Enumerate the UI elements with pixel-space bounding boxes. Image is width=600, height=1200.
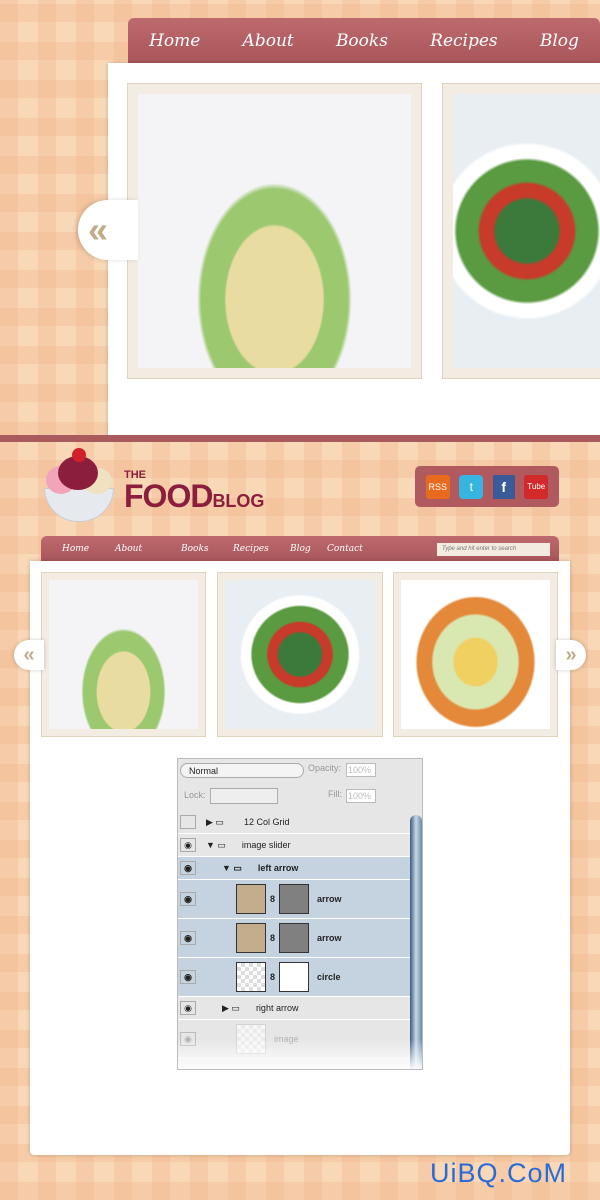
- top-nav-books[interactable]: Books: [336, 31, 388, 51]
- chevron-left-icon: «: [88, 209, 109, 250]
- chevron-left-icon: «: [23, 643, 35, 666]
- salad-photo: [453, 94, 600, 368]
- layer-name: 12 Col Grid: [243, 817, 290, 827]
- chevron-right-icon: »: [565, 643, 577, 666]
- top-nav: Home About Books Recipes Blog: [128, 18, 600, 63]
- opacity-label: Opacity:: [308, 763, 342, 773]
- scrollbar[interactable]: [410, 815, 422, 1069]
- eye-icon[interactable]: ◉: [180, 970, 196, 984]
- nav-about[interactable]: About: [115, 544, 181, 554]
- facebook-icon[interactable]: f: [492, 474, 515, 499]
- search-input[interactable]: Type and hit enter to search: [437, 542, 550, 556]
- top-nav-recipes[interactable]: Recipes: [430, 31, 498, 51]
- slide-thumb-3[interactable]: [393, 572, 558, 737]
- greek-salad-photo: [225, 580, 375, 729]
- twitter-icon[interactable]: t: [459, 474, 484, 499]
- top-nav-about[interactable]: About: [243, 31, 294, 51]
- layer-name: arrow: [317, 933, 342, 943]
- layer-name: arrow: [317, 894, 342, 904]
- lock-buttons[interactable]: [210, 788, 278, 804]
- youtube-icon[interactable]: Tube: [524, 474, 549, 499]
- layer-circle[interactable]: ◉ 8 circle: [178, 958, 410, 997]
- logo-blog: BLOG: [212, 491, 265, 511]
- eye-icon[interactable]: ◉: [180, 861, 196, 875]
- salad-photo: [49, 580, 198, 729]
- blend-mode-select[interactable]: Normal: [180, 763, 304, 778]
- nav-contact[interactable]: Contact: [327, 544, 387, 554]
- layer-image-slider[interactable]: ◉ ▼ ▭ image slider: [178, 834, 410, 857]
- salad-photo: [138, 94, 411, 368]
- layer-12-col-grid[interactable]: ▶ ▭ 12 Col Grid: [178, 811, 410, 834]
- eye-icon[interactable]: ◉: [180, 931, 196, 945]
- layers-panel: Normal Opacity: 100% Lock: Fill: 100% ▶ …: [177, 758, 423, 1070]
- top-left-arrow-button[interactable]: «: [78, 200, 138, 260]
- nav-books[interactable]: Books: [181, 544, 233, 554]
- top-nav-blog[interactable]: Blog: [540, 31, 579, 51]
- fill-input[interactable]: 100%: [346, 789, 376, 803]
- top-nav-home[interactable]: Home: [149, 31, 200, 51]
- eye-icon[interactable]: ◉: [180, 892, 196, 906]
- visibility-toggle[interactable]: [180, 815, 196, 829]
- tostada-photo: [401, 580, 550, 729]
- layer-right-arrow[interactable]: ◉ ▶ ▭ right arrow: [178, 997, 410, 1020]
- logo-text: THE FOODBLOG: [124, 470, 264, 518]
- rss-icon[interactable]: RSS: [425, 474, 450, 499]
- nav-recipes[interactable]: Recipes: [233, 544, 290, 554]
- social-box: RSS t f Tube: [415, 466, 559, 507]
- layer-arrow-2[interactable]: ◉ 8 arrow: [178, 919, 410, 958]
- logo-icon: [42, 448, 116, 526]
- layer-left-arrow[interactable]: ◉ ▼ ▭ left arrow: [178, 857, 410, 880]
- top-slide-2[interactable]: [442, 83, 600, 379]
- eye-icon[interactable]: ◉: [180, 1001, 196, 1015]
- top-slide-1[interactable]: [127, 83, 422, 379]
- nav-blog[interactable]: Blog: [290, 544, 327, 554]
- main-nav: Home About Books Recipes Blog Contact Ty…: [41, 536, 559, 562]
- opacity-input[interactable]: 100%: [346, 763, 376, 777]
- watermark: UiBQ.CoM: [430, 1158, 568, 1188]
- layer-name: circle: [317, 972, 341, 982]
- slide-thumb-2[interactable]: [217, 572, 383, 737]
- logo-food: FOOD: [124, 478, 213, 514]
- layer-arrow-1[interactable]: ◉ 8 arrow: [178, 880, 410, 919]
- slide-thumb-1[interactable]: [41, 572, 206, 737]
- layer-name: image slider: [241, 840, 291, 850]
- lock-label: Lock:: [184, 790, 206, 800]
- right-arrow-button[interactable]: »: [556, 640, 586, 670]
- eye-icon[interactable]: ◉: [180, 838, 196, 852]
- fill-label: Fill:: [328, 789, 342, 799]
- layer-name: left arrow: [257, 863, 299, 873]
- layer-name: right arrow: [255, 1003, 299, 1013]
- nav-home[interactable]: Home: [62, 544, 115, 554]
- divider-bar: [0, 435, 600, 442]
- left-arrow-button[interactable]: «: [14, 640, 44, 670]
